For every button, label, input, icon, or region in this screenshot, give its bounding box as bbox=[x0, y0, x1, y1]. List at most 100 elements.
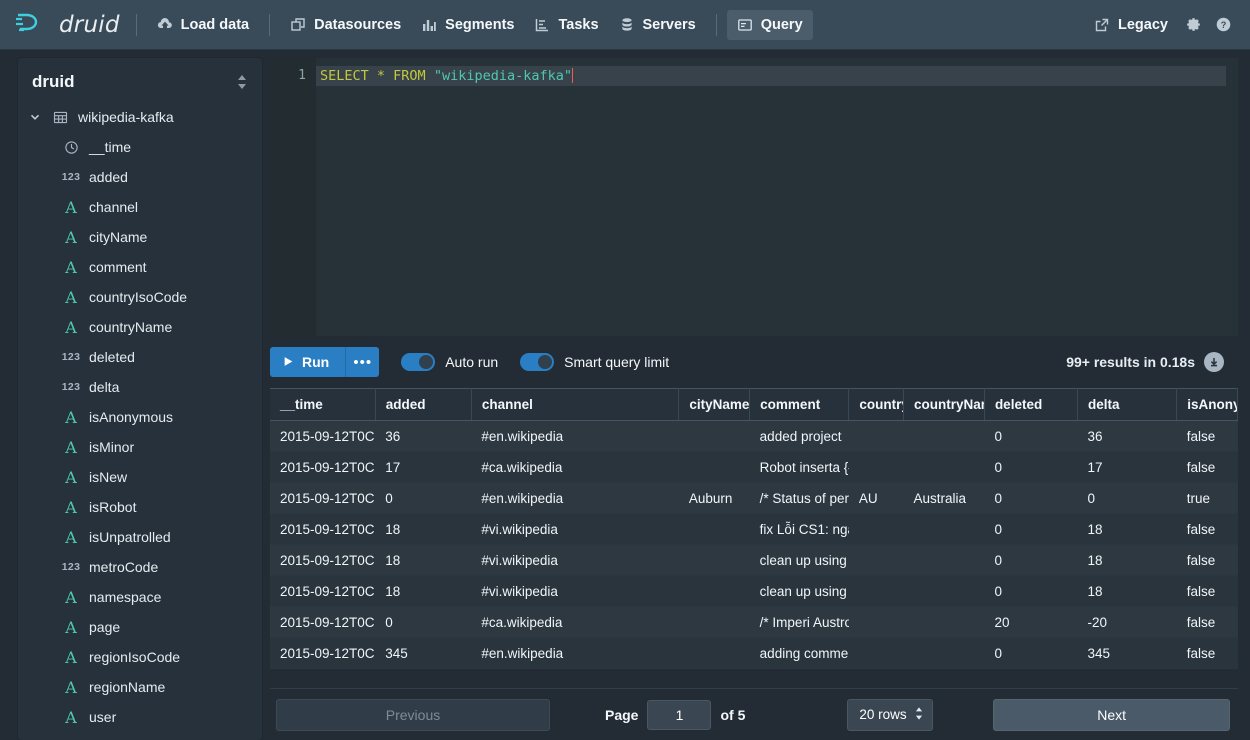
nav-item-datasources[interactable]: Datasources bbox=[280, 10, 411, 40]
table-cell[interactable]: 18 bbox=[375, 575, 472, 607]
tree-node-column[interactable]: AisRobot bbox=[18, 492, 262, 522]
table-cell[interactable]: 2015-09-12T0C bbox=[270, 606, 376, 638]
table-cell[interactable]: true bbox=[1176, 482, 1238, 514]
nav-item-tasks[interactable]: Tasks bbox=[524, 10, 608, 40]
table-cell[interactable]: false bbox=[1176, 606, 1238, 638]
column-header[interactable]: isAnony bbox=[1176, 388, 1238, 421]
column-header[interactable]: countryName bbox=[903, 388, 985, 421]
tree-node-column[interactable]: AcityName bbox=[18, 222, 262, 252]
table-cell[interactable] bbox=[903, 513, 985, 545]
table-cell[interactable]: 0 bbox=[375, 606, 472, 638]
table-cell[interactable]: 0 bbox=[984, 513, 1078, 545]
table-cell[interactable]: 0 bbox=[984, 575, 1078, 607]
table-cell[interactable]: 36 bbox=[375, 420, 472, 452]
table-cell[interactable]: #ca.wikipedia bbox=[471, 451, 679, 483]
auto-run-toggle[interactable]: Auto run bbox=[401, 353, 498, 371]
table-cell[interactable]: /* Status of per bbox=[749, 482, 849, 514]
table-row[interactable]: 2015-09-12T0C 0 #ca.wikipedia /* Imperi Aus… bbox=[270, 606, 1238, 638]
double-caret-icon[interactable] bbox=[236, 73, 248, 91]
tree-node-column[interactable]: AregionName bbox=[18, 672, 262, 702]
table-cell[interactable] bbox=[848, 420, 904, 452]
tree-node-column[interactable]: AisUnpatrolled bbox=[18, 522, 262, 552]
tree-node-column[interactable]: 123 deleted bbox=[18, 342, 262, 372]
tree-node-column[interactable]: 123 metroCode bbox=[18, 552, 262, 582]
table-cell[interactable]: #en.wikipedia bbox=[471, 482, 679, 514]
table-cell[interactable]: 0 bbox=[375, 482, 472, 514]
table-row[interactable]: 2015-09-12T0C 18 #vi.wikipedia clean up usi… bbox=[270, 575, 1238, 607]
table-cell[interactable]: 0 bbox=[1077, 482, 1177, 514]
table-cell[interactable] bbox=[678, 451, 750, 483]
table-cell[interactable] bbox=[903, 544, 985, 576]
previous-page-button[interactable]: Previous bbox=[276, 698, 550, 731]
table-cell[interactable]: 2015-09-12T0C bbox=[270, 482, 376, 514]
sql-editor[interactable]: 1 SELECT * FROM "wikipedia-kafka" bbox=[270, 58, 1238, 336]
table-cell[interactable] bbox=[678, 544, 750, 576]
chevron-down-icon[interactable] bbox=[28, 111, 42, 123]
more-options-button[interactable]: ••• bbox=[345, 347, 380, 377]
nav-item-servers[interactable]: Servers bbox=[609, 10, 706, 40]
rows-per-page-select[interactable]: 20 rows bbox=[847, 698, 934, 731]
table-cell[interactable]: 0 bbox=[984, 451, 1078, 483]
table-cell[interactable]: 2015-09-12T0C bbox=[270, 544, 376, 576]
table-cell[interactable]: fix Lỗi CS1: ngà bbox=[749, 513, 849, 545]
table-cell[interactable] bbox=[903, 606, 985, 638]
column-header[interactable]: comment bbox=[749, 388, 850, 421]
column-header[interactable]: cityName bbox=[678, 388, 751, 421]
table-cell[interactable]: adding commer bbox=[749, 637, 849, 669]
smart-query-limit-switch[interactable] bbox=[520, 353, 555, 371]
table-cell[interactable] bbox=[848, 513, 904, 545]
table-cell[interactable]: clean up using | bbox=[749, 575, 849, 607]
table-cell[interactable]: 345 bbox=[375, 637, 472, 669]
table-cell[interactable]: #vi.wikipedia bbox=[471, 544, 679, 576]
column-header[interactable]: channel bbox=[471, 388, 680, 421]
table-cell[interactable] bbox=[903, 637, 985, 669]
table-cell[interactable]: 18 bbox=[375, 513, 472, 545]
results-table-wrapper[interactable]: __timeaddedchannelcityNamecommentcountry… bbox=[270, 388, 1238, 688]
table-cell[interactable]: false bbox=[1176, 513, 1238, 545]
tree-node-column[interactable]: Achannel bbox=[18, 192, 262, 222]
table-cell[interactable]: 2015-09-12T0C bbox=[270, 451, 376, 483]
nav-item-query[interactable]: Query bbox=[726, 9, 813, 40]
table-cell[interactable]: 345 bbox=[1077, 637, 1177, 669]
help-icon[interactable]: ? bbox=[1208, 10, 1238, 40]
table-cell[interactable]: Robot inserta {{ bbox=[749, 451, 849, 483]
table-cell[interactable] bbox=[678, 637, 750, 669]
table-cell[interactable]: false bbox=[1176, 420, 1238, 452]
table-cell[interactable]: #en.wikipedia bbox=[471, 637, 679, 669]
table-cell[interactable] bbox=[903, 575, 985, 607]
table-cell[interactable]: clean up using | bbox=[749, 544, 849, 576]
table-cell[interactable]: 36 bbox=[1077, 420, 1177, 452]
tree-node-column[interactable]: 123 added bbox=[18, 162, 262, 192]
auto-run-switch[interactable] bbox=[401, 353, 436, 371]
next-page-button[interactable]: Next bbox=[993, 698, 1230, 731]
tree-node-column[interactable]: __time bbox=[18, 132, 262, 162]
table-cell[interactable]: 0 bbox=[984, 544, 1078, 576]
table-row[interactable]: 2015-09-12T0C 345 #en.wikipedia adding comm… bbox=[270, 637, 1238, 669]
gear-icon[interactable] bbox=[1178, 10, 1208, 40]
table-cell[interactable]: 2015-09-12T0C bbox=[270, 420, 376, 452]
tree-node-column[interactable]: Anamespace bbox=[18, 582, 262, 612]
table-cell[interactable] bbox=[848, 575, 904, 607]
table-cell[interactable] bbox=[848, 606, 904, 638]
table-cell[interactable] bbox=[678, 513, 750, 545]
download-icon[interactable] bbox=[1204, 352, 1224, 372]
tree-node-datasource[interactable]: wikipedia-kafka bbox=[18, 102, 262, 132]
brand-logo[interactable]: druid bbox=[14, 9, 120, 40]
table-cell[interactable] bbox=[678, 606, 750, 638]
smart-query-limit-toggle[interactable]: Smart query limit bbox=[520, 353, 669, 371]
table-row[interactable]: 2015-09-12T0C 18 #vi.wikipedia clean up usi… bbox=[270, 544, 1238, 576]
table-cell[interactable]: 18 bbox=[1077, 575, 1177, 607]
table-cell[interactable]: 2015-09-12T0C bbox=[270, 637, 376, 669]
table-row[interactable]: 2015-09-12T0C 18 #vi.wikipedia fix Lỗi CS1:… bbox=[270, 513, 1238, 545]
table-cell[interactable]: Australia bbox=[903, 482, 985, 514]
table-cell[interactable]: 0 bbox=[984, 482, 1078, 514]
run-button[interactable]: Run bbox=[270, 347, 346, 377]
table-cell[interactable]: /* Imperi Austro bbox=[749, 606, 849, 638]
table-cell[interactable]: -20 bbox=[1077, 606, 1177, 638]
tree-node-column[interactable]: Acomment bbox=[18, 252, 262, 282]
tree-node-column[interactable]: AisAnonymous bbox=[18, 402, 262, 432]
tree-node-column[interactable]: AcountryName bbox=[18, 312, 262, 342]
column-header[interactable]: delta bbox=[1077, 388, 1178, 421]
table-cell[interactable] bbox=[678, 420, 750, 452]
table-cell[interactable]: 0 bbox=[984, 637, 1078, 669]
